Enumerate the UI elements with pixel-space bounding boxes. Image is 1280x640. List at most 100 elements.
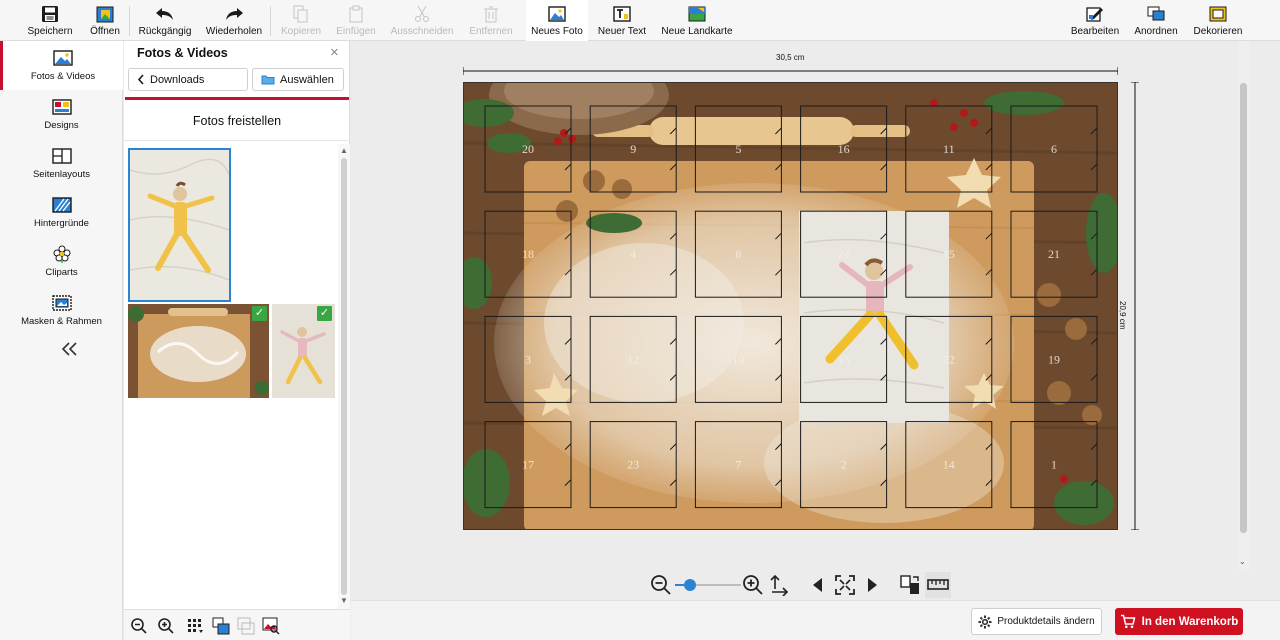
calendar-door-number: 21 bbox=[1048, 247, 1060, 261]
collapse-sidebar-button[interactable] bbox=[58, 339, 82, 359]
sidebar-item-backgrounds[interactable]: Hintergründe bbox=[0, 188, 123, 237]
swap-pages-icon[interactable] bbox=[899, 574, 921, 596]
calendar-door-number: 10 bbox=[732, 352, 744, 366]
redo-icon bbox=[224, 4, 244, 24]
panel-scrollbar[interactable]: ▲ ▼ bbox=[338, 144, 350, 609]
map-icon bbox=[687, 4, 707, 24]
photo-thumbnail-flour-board[interactable]: ✓ bbox=[128, 304, 269, 398]
scroll-up-icon[interactable]: ▲ bbox=[340, 146, 348, 155]
calendar-door-number: 3 bbox=[525, 352, 531, 366]
width-dimension-line bbox=[463, 67, 1118, 75]
height-dimension-label: 20,9 cm bbox=[1118, 301, 1127, 330]
width-dimension-label: 30,5 cm bbox=[776, 53, 805, 62]
open-icon bbox=[95, 4, 115, 24]
copy-button[interactable]: Kopieren bbox=[279, 0, 323, 41]
edit-label: Bearbeiten bbox=[1070, 26, 1120, 37]
canvas-scrollbar-thumb[interactable] bbox=[1240, 83, 1247, 533]
photos-panel: Fotos & Videos × Downloads Auswählen Fot… bbox=[124, 41, 350, 640]
arrange-label: Anordnen bbox=[1134, 26, 1178, 37]
calendar-artwork: 20 9 5 16 11 6 18 4 8 24 15 21 3 12 10 13 22 19 17 23 7 2 14 1 bbox=[464, 83, 1117, 529]
add-to-cart-button[interactable]: In den Warenkorb bbox=[1115, 608, 1243, 635]
panel-header: Fotos & Videos × bbox=[124, 41, 350, 65]
zoom-out-icon[interactable] bbox=[130, 617, 148, 635]
ruler-toggle[interactable] bbox=[925, 572, 951, 598]
new-photo-icon bbox=[547, 4, 567, 24]
zoom-out-icon[interactable] bbox=[650, 574, 672, 596]
zoom-slider-track[interactable] bbox=[675, 579, 741, 591]
fullscreen-icon[interactable] bbox=[834, 574, 856, 596]
cut-button[interactable]: Ausschneiden bbox=[389, 0, 455, 41]
calendar-door-number: 1 bbox=[1051, 458, 1057, 472]
open-button[interactable]: Öffnen bbox=[86, 0, 124, 41]
remove-photos-icon[interactable] bbox=[237, 617, 255, 635]
fit-to-view-icon[interactable] bbox=[768, 574, 790, 596]
grid-view-icon[interactable] bbox=[186, 617, 204, 635]
panel-title: Fotos & Videos bbox=[137, 46, 228, 60]
cart-icon bbox=[1120, 614, 1136, 629]
sidebar-item-photos-videos[interactable]: Fotos & Videos bbox=[0, 41, 123, 90]
new-photo-button[interactable]: Neues Foto bbox=[526, 0, 588, 41]
paste-button[interactable]: Einfügen bbox=[333, 0, 379, 41]
photo-thumbnail-snow-angel[interactable] bbox=[128, 148, 231, 302]
folder-icon bbox=[261, 75, 275, 85]
decorate-icon bbox=[1208, 4, 1228, 24]
paste-icon bbox=[346, 4, 366, 24]
select-button[interactable]: Auswählen bbox=[252, 68, 344, 91]
add-to-cart-label: In den Warenkorb bbox=[1141, 615, 1239, 628]
calendar-door-number: 4 bbox=[630, 247, 636, 261]
height-dimension-line bbox=[1131, 82, 1139, 530]
canvas-zoom-bar bbox=[645, 570, 955, 600]
copy-label: Kopieren bbox=[280, 26, 322, 37]
save-icon bbox=[40, 4, 60, 24]
sidebar-item-cliparts[interactable]: Cliparts bbox=[0, 237, 123, 286]
product-details-button[interactable]: Produktdetails ändern bbox=[971, 608, 1102, 635]
mask-frame-icon bbox=[51, 294, 73, 312]
calendar-door-number: 16 bbox=[838, 142, 850, 156]
toolbar-divider bbox=[270, 6, 271, 36]
new-map-button[interactable]: Neue Landkarte bbox=[660, 0, 734, 41]
design-canvas: 30,5 cm 20,9 cm 20 9 5 16 11 6 18 4 8 24… bbox=[351, 41, 1249, 599]
sidebar-item-label: Masken & Rahmen bbox=[21, 316, 102, 327]
save-button[interactable]: Speichern bbox=[26, 0, 74, 41]
canvas-scrollbar[interactable]: ⌄ bbox=[1238, 41, 1249, 571]
remove-button[interactable]: Entfernen bbox=[466, 0, 516, 41]
zoom-slider-handle[interactable] bbox=[684, 579, 696, 591]
photo-thumbnail-girl-yellow[interactable]: ✓ bbox=[272, 304, 335, 398]
panel-footer-toolbar bbox=[124, 609, 350, 640]
sidebar-item-masks-frames[interactable]: Masken & Rahmen bbox=[0, 286, 123, 335]
sidebar-item-designs[interactable]: Designs bbox=[0, 90, 123, 139]
ruler-icon bbox=[927, 579, 949, 590]
scrollbar-thumb[interactable] bbox=[341, 158, 347, 595]
sidebar-item-page-layouts[interactable]: Seitenlayouts bbox=[0, 139, 123, 188]
arrange-button[interactable]: Anordnen bbox=[1132, 0, 1180, 41]
decorate-button[interactable]: Dekorieren bbox=[1190, 0, 1246, 41]
next-page-icon[interactable] bbox=[861, 574, 883, 596]
arrange-photos-icon[interactable] bbox=[212, 617, 230, 635]
zoom-in-icon[interactable] bbox=[157, 617, 175, 635]
background-icon bbox=[51, 196, 73, 214]
calendar-door-number: 7 bbox=[735, 458, 741, 472]
photo-search-icon[interactable] bbox=[262, 617, 280, 635]
calendar-door-number: 22 bbox=[943, 352, 955, 366]
new-text-button[interactable]: Neuer Text bbox=[594, 0, 650, 41]
downloads-back-button[interactable]: Downloads bbox=[128, 68, 248, 91]
used-check-icon: ✓ bbox=[317, 306, 332, 321]
cut-label: Ausschneiden bbox=[390, 26, 454, 37]
scroll-down-icon[interactable]: ⌄ bbox=[1239, 557, 1246, 566]
edit-button[interactable]: Bearbeiten bbox=[1067, 0, 1123, 41]
new-text-icon bbox=[612, 4, 632, 24]
calendar-door-number: 20 bbox=[522, 142, 534, 156]
redo-button[interactable]: Wiederholen bbox=[204, 0, 264, 41]
calendar-door-number: 19 bbox=[1048, 352, 1060, 366]
save-label: Speichern bbox=[27, 26, 73, 37]
advent-calendar-photo[interactable]: 20 9 5 16 11 6 18 4 8 24 15 21 3 12 10 13 22 19 17 23 7 2 14 1 bbox=[463, 82, 1118, 530]
scroll-down-icon[interactable]: ▼ bbox=[340, 596, 348, 605]
close-icon[interactable]: × bbox=[330, 44, 339, 61]
calendar-door-number: 8 bbox=[735, 247, 741, 261]
trash-icon bbox=[481, 4, 501, 24]
cutout-photos-button[interactable]: Fotos freistellen bbox=[124, 101, 350, 141]
zoom-in-icon[interactable] bbox=[742, 574, 764, 596]
calendar-door-number: 11 bbox=[943, 142, 955, 156]
previous-page-icon[interactable] bbox=[807, 574, 829, 596]
undo-button[interactable]: Rückgängig bbox=[136, 0, 194, 41]
